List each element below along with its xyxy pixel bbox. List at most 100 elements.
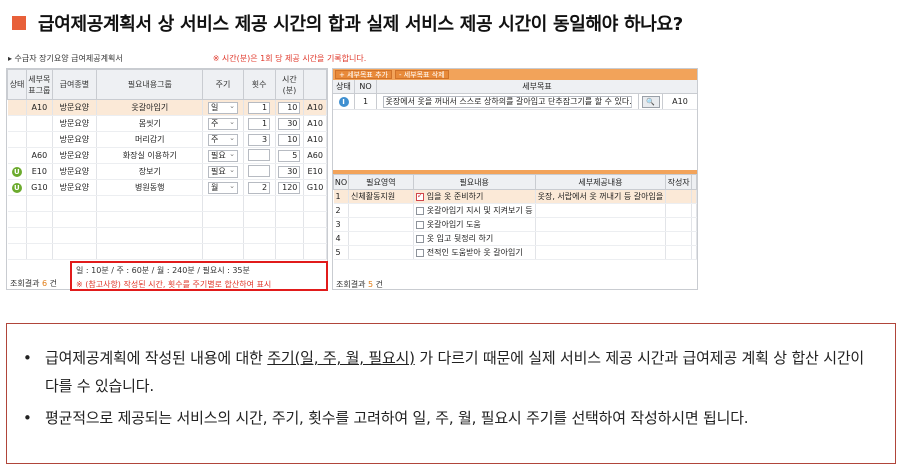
need-table-header-4: 작성자: [665, 174, 692, 190]
need-content-cell: 옷 입고 뒷정리 하기: [426, 234, 494, 243]
count-input[interactable]: [248, 164, 271, 177]
note-1-pre: 급여제공계획에 작성된 내용에 대한: [45, 349, 268, 367]
time-input[interactable]: 5: [278, 149, 301, 162]
note-2-text: 평균적으로 제공되는 서비스의 시간, 주기, 횟수를 고려하여 일, 주, 월…: [45, 409, 749, 427]
count-input[interactable]: 3: [248, 133, 271, 146]
code-cell: A10: [307, 135, 323, 144]
need-no-cell: 3: [335, 220, 341, 229]
time-input[interactable]: 30: [278, 165, 301, 178]
plan-grid-header-4: 주기: [202, 69, 244, 100]
need-checkbox[interactable]: [415, 206, 424, 215]
goal-group-cell: E10: [31, 167, 47, 176]
need-no-cell: 4: [335, 234, 341, 243]
time-input[interactable]: 120: [278, 181, 301, 194]
goal-group-cell: A10: [31, 103, 48, 112]
explanation-note: • 급여제공계획에 작성된 내용에 대한 주기(일, 주, 월, 필요시) 가 …: [6, 323, 896, 464]
service-type-cell: 방문요양: [59, 151, 90, 160]
goal-row[interactable]: I 1 옷장에서 옷을 꺼내서 스스로 상하의를 갈아입고 단추잠그기를 할 수…: [333, 94, 697, 110]
need-checkbox[interactable]: [415, 248, 424, 257]
left-count-unit: 건: [49, 279, 58, 288]
add-goal-button[interactable]: + 세부목표 추가: [335, 70, 392, 79]
count-input[interactable]: 1: [248, 117, 271, 130]
page-title: 급여제공계획서 상 서비스 제공 시간의 합과 실제 서비스 제공 시간이 동일…: [38, 14, 683, 35]
note-item-2: • 평균적으로 제공되는 서비스의 시간, 주기, 횟수를 고려하여 일, 주,…: [23, 404, 877, 432]
need-no-cell: 2: [335, 206, 341, 215]
note-bullet: •: [23, 409, 32, 427]
service-type-cell: 방문요양: [59, 167, 90, 176]
goal-text-input[interactable]: 옷장에서 옷을 꺼내서 스스로 상하의를 갈아입고 단추잠그기를 할 수 있다.: [382, 95, 633, 108]
update-status-icon: U: [11, 166, 22, 177]
insert-status-icon: I: [338, 96, 349, 107]
count-input[interactable]: 1: [248, 101, 271, 114]
need-group-cell: 몸씻기: [138, 119, 161, 128]
cycle-select[interactable]: 주: [208, 117, 239, 130]
plan-grid-row[interactable]: 방문요양 몸씻기 주1 30 A10: [7, 115, 327, 132]
cycle-select[interactable]: 필요: [208, 165, 239, 178]
plan-grid-header-6: 시간(분): [274, 69, 305, 100]
goal-empty-area: [333, 110, 697, 174]
need-content-row[interactable]: 3 옷갈아입기 도움: [333, 217, 697, 232]
delete-goal-button[interactable]: - 세부목표 삭제: [394, 70, 449, 79]
count-input[interactable]: 2: [248, 181, 271, 194]
need-no-cell: 1: [335, 192, 341, 201]
need-group-cell: 병원동행: [135, 183, 165, 192]
service-type-cell: 방문요양: [59, 183, 90, 192]
plan-grid-row[interactable]: A60 방문요양 화장실 이용하기 필요 5 A60: [7, 147, 327, 164]
cycle-select[interactable]: 일: [208, 101, 239, 114]
right-count-value: 5: [368, 280, 374, 289]
cycle-select[interactable]: 주: [208, 133, 239, 146]
need-checkbox[interactable]: [415, 191, 424, 201]
goal-search-button[interactable]: 🔍: [641, 95, 660, 108]
summary-totals: 일 : 10분 / 주 : 60분 / 월 : 240분 / 필요시 : 35분: [76, 266, 250, 275]
plan-grid: 상태 세부목표그룹 급여종별 필요내용그룹 주기 횟수 시간(분) A10 방문요양 옷갈아입기…: [7, 69, 327, 260]
need-group-cell: 머리감기: [135, 135, 165, 144]
need-content-row[interactable]: 5 전적인 도움받아 옷 갈아입기: [333, 245, 697, 260]
time-input[interactable]: 10: [278, 133, 301, 146]
summary-note: ※ (참고사항) 작성된 시간, 횟수를 주기별로 합산하여 표시: [76, 280, 272, 289]
breadcrumb: ▸ 수급자 장기요양 급여제공계획서: [8, 53, 123, 63]
goal-group-cell: A60: [31, 151, 48, 160]
service-type-cell: 방문요양: [59, 119, 90, 128]
plan-grid-row[interactable]: U E10 방문요양 장보기 필요 30 E10: [7, 163, 327, 180]
goal-col-goal: 세부목표: [522, 82, 552, 91]
need-content-row[interactable]: 2 옷갈아입기 지시 및 지켜보기 등: [333, 203, 697, 218]
need-content-row[interactable]: 4 옷 입고 뒷정리 하기: [333, 231, 697, 246]
plan-grid-row[interactable]: A10 방문요양 옷갈아입기 일1 10 A10: [7, 99, 327, 116]
need-content-row[interactable]: 1 신체활동지원 입을 옷 준비하기 옷장, 서랍에서 옷 꺼내기 등 갈아입을: [333, 189, 697, 204]
title-bullet-square: [12, 16, 26, 30]
need-table-header-blank: [691, 174, 697, 190]
left-count-label: 조회결과: [10, 279, 40, 288]
need-content-table: NO필요영역필요내용세부제공내용작성자 1 신체활동지원 입을 옷 준비하기 옷장, …: [333, 174, 697, 260]
plan-grid-row[interactable]: 방문요양 머리감기 주3 10 A10: [7, 131, 327, 148]
note-item-1: • 급여제공계획에 작성된 내용에 대한 주기(일, 주, 월, 필요시) 가 …: [23, 344, 877, 400]
right-count-label: 조회결과: [336, 280, 366, 289]
time-summary-box: 일 : 10분 / 주 : 60분 / 월 : 240분 / 필요시 : 35분…: [70, 261, 328, 291]
goal-col-status: 상태: [333, 80, 355, 93]
need-content-cell: 옷갈아입기 지시 및 지켜보기 등: [426, 206, 533, 215]
time-input[interactable]: 30: [278, 117, 301, 130]
goal-search-cell: 🔍: [639, 94, 663, 109]
need-checkbox[interactable]: [415, 234, 424, 243]
page-title-bar: 급여제공계획서 상 서비스 제공 시간의 합과 실제 서비스 제공 시간이 동일…: [12, 8, 683, 38]
need-checkbox[interactable]: [415, 220, 424, 229]
need-content-cell: 입을 옷 준비하기: [426, 192, 484, 201]
count-input[interactable]: [248, 148, 271, 161]
plan-grid-empty-row: [7, 195, 327, 212]
plan-grid-row[interactable]: U G10 방문요양 병원동행 월2 120 G10: [7, 179, 327, 196]
plan-grid-header-1: 세부목표그룹: [26, 69, 53, 100]
goal-text-cell: 옷장에서 옷을 꺼내서 스스로 상하의를 갈아입고 단추잠그기를 할 수 있다.: [377, 94, 639, 109]
right-count-unit: 건: [375, 280, 384, 289]
time-input[interactable]: 10: [278, 101, 301, 114]
service-type-cell: 방문요양: [59, 135, 90, 144]
cycle-select[interactable]: 필요: [208, 149, 239, 162]
code-cell: A10: [307, 103, 323, 112]
goal-toolbar: + 세부목표 추가 - 세부목표 삭제: [333, 69, 697, 80]
time-warning: ※ 시간(분)은 1회 당 제공 시간을 기록합니다.: [212, 53, 367, 63]
need-area-cell: 신체활동지원: [350, 192, 396, 201]
plan-grid-empty-row: [7, 227, 327, 244]
plan-grid-header-0: 상태: [7, 69, 28, 100]
need-table-header-0: NO: [333, 174, 349, 190]
cycle-select[interactable]: 월: [208, 181, 239, 194]
goal-panel: + 세부목표 추가 - 세부목표 삭제 상태 NO 세부목표 I 1 옷장에서 …: [332, 68, 698, 290]
right-result-count: 조회결과 5 건: [336, 279, 383, 290]
